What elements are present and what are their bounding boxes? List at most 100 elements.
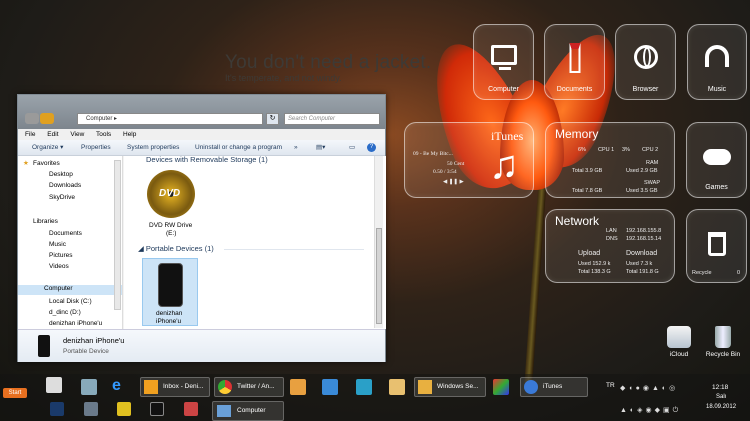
trash-icon [707, 232, 726, 256]
mail-icon[interactable] [184, 402, 198, 416]
terminal-icon[interactable] [150, 402, 164, 416]
nav-favorites[interactable]: Favorites [33, 160, 60, 167]
tile-computer[interactable]: Computer [473, 24, 534, 100]
nav-local-disk[interactable]: Local Disk (C:) [49, 298, 92, 305]
group-removable-header[interactable]: Devices with Removable Storage (1) [146, 155, 268, 164]
tile-music[interactable]: Music [687, 24, 747, 100]
menu-bar: File Edit View Tools Help [18, 129, 385, 140]
taskbar-itunes[interactable]: iTunes [520, 377, 588, 397]
properties-button[interactable]: Properties [81, 140, 111, 156]
lan-ip: 192.168.155.8 [626, 228, 662, 234]
dvd-drive-letter: (E:) [166, 230, 177, 237]
itunes-controls[interactable]: ◀ ❚❚ ▶ [443, 179, 464, 185]
nav-documents[interactable]: Documents [49, 230, 82, 237]
pinned-app-icon[interactable] [46, 377, 62, 393]
nav-libraries[interactable]: Libraries [33, 218, 58, 225]
forward-button[interactable] [40, 113, 54, 124]
menu-tools[interactable]: Tools [96, 131, 111, 138]
nav-computer[interactable]: Computer [18, 285, 122, 295]
taskbar-computer[interactable]: Computer [212, 401, 284, 421]
tile-network: Network LAN 192.168.155.8 DNS 192.168.15… [545, 209, 675, 283]
taskbar-inbox-label: Inbox - Deni... [163, 383, 204, 390]
tile-music-label: Music [707, 86, 727, 93]
clock-time[interactable]: 12:18 [712, 384, 728, 391]
menu-edit[interactable]: Edit [47, 131, 58, 138]
view-options-icon[interactable]: ▤▾ [316, 140, 325, 156]
dns-label: DNS [606, 236, 618, 242]
navigation-pane: ★ Favorites Desktop Downloads SkyDrive L… [18, 156, 123, 329]
tile-recycle[interactable]: Recycle 0 [686, 209, 747, 283]
desktop-icon-recycle-bin[interactable]: Recycle Bin [700, 326, 746, 358]
photoshop-icon[interactable] [50, 402, 64, 416]
search-input[interactable]: Search Computer [284, 113, 380, 125]
taskbar-windows-se[interactable]: Windows Se... [414, 377, 486, 397]
taskbar-windows-se-label: Windows Se... [437, 383, 479, 390]
more-commands-button[interactable]: » [294, 140, 298, 156]
system-properties-button[interactable]: System properties [127, 140, 179, 156]
refresh-button[interactable]: ↻ [266, 113, 279, 125]
blue-app-icon[interactable] [322, 379, 338, 395]
document-icon [569, 43, 580, 73]
colorful-app-icon[interactable] [493, 379, 509, 395]
nav-iphone[interactable]: denizhan iPhone'u [49, 320, 102, 327]
nav-videos[interactable]: Videos [49, 263, 69, 270]
folder-app-icon[interactable] [389, 379, 405, 395]
icloud-icon [667, 326, 691, 348]
content-scrollbar[interactable] [374, 156, 383, 328]
download-used: Used 7.3 k [626, 261, 653, 267]
start-button[interactable]: Start [3, 388, 27, 398]
tray-icons-row2[interactable]: ▲◐◈◉◆▣⏻ [620, 406, 700, 414]
tile-documents-label: Documents [556, 86, 593, 93]
nav-pictures[interactable]: Pictures [49, 252, 72, 259]
memory-title: Memory [555, 127, 599, 141]
menu-view[interactable]: View [70, 131, 84, 138]
chrome-icon [218, 380, 232, 394]
back-button[interactable] [25, 113, 39, 124]
address-bar[interactable]: Computer ▸ [77, 113, 263, 125]
windows-explorer-icon [418, 380, 432, 394]
outlook-icon [144, 380, 158, 394]
dvd-drive-item[interactable]: DVD DVD RW Drive (E:) [142, 170, 202, 240]
nav-scrollbar[interactable] [114, 160, 121, 310]
taskbar-inbox[interactable]: Inbox - Deni... [140, 377, 210, 397]
command-bar: Organize ▾ Properties System properties … [18, 140, 385, 156]
desktop-icon-icloud[interactable]: iCloud [662, 326, 696, 358]
help-icon[interactable]: ? [367, 143, 376, 152]
media-player-icon[interactable] [290, 379, 306, 395]
uninstall-button[interactable]: Uninstall or change a program [195, 140, 282, 156]
nav-skydrive[interactable]: SkyDrive [49, 194, 75, 201]
tray-icons[interactable]: ◆◖●◉▲◐◎ [620, 384, 700, 392]
tile-recycle-label: Recycle [692, 270, 712, 276]
menu-file[interactable]: File [25, 131, 35, 138]
internet-explorer-icon[interactable]: e [112, 378, 128, 394]
cpu2-percent: 3% [622, 147, 630, 153]
explorer-window[interactable]: Computer ▸ ↻ Search Computer File Edit V… [17, 94, 386, 362]
calculator-icon[interactable] [81, 379, 97, 395]
preview-pane-icon[interactable]: ▭ [349, 140, 355, 156]
content-scroll-thumb[interactable] [376, 228, 382, 324]
taskbar-twitter[interactable]: Twitter / An... [214, 377, 284, 397]
iphone-item[interactable]: denizhan iPhone'u [142, 258, 198, 326]
network-tool-icon[interactable] [84, 402, 98, 416]
tile-documents[interactable]: Documents [544, 24, 605, 100]
tile-browser[interactable]: Browser [615, 24, 676, 100]
group-portable-header[interactable]: ◢ Portable Devices (1) [138, 244, 214, 253]
gamepad-icon [702, 149, 731, 165]
nav-d-drive[interactable]: d_dinc (D:) [49, 309, 81, 316]
nav-desktop[interactable]: Desktop [49, 171, 73, 178]
swap-total: Total 7.8 GB [572, 188, 603, 194]
tile-computer-label: Computer [488, 86, 519, 93]
monitor-icon [490, 45, 517, 65]
menu-help[interactable]: Help [123, 131, 136, 138]
itunes-title: iTunes [491, 129, 524, 143]
nav-downloads[interactable]: Downloads [49, 182, 81, 189]
language-indicator[interactable]: TR [606, 382, 615, 389]
tile-itunes[interactable]: iTunes 09 - Be My Bitc... 50 Cent 0.50 /… [404, 122, 534, 198]
organize-button[interactable]: Organize ▾ [32, 140, 63, 156]
tile-browser-label: Browser [632, 86, 659, 93]
tile-games[interactable]: Games [686, 122, 747, 198]
network-app-icon[interactable] [356, 379, 372, 395]
details-pane: denizhan iPhone'u Portable Device [18, 329, 385, 362]
nav-music[interactable]: Music [49, 241, 66, 248]
utility-icon[interactable] [117, 402, 131, 416]
